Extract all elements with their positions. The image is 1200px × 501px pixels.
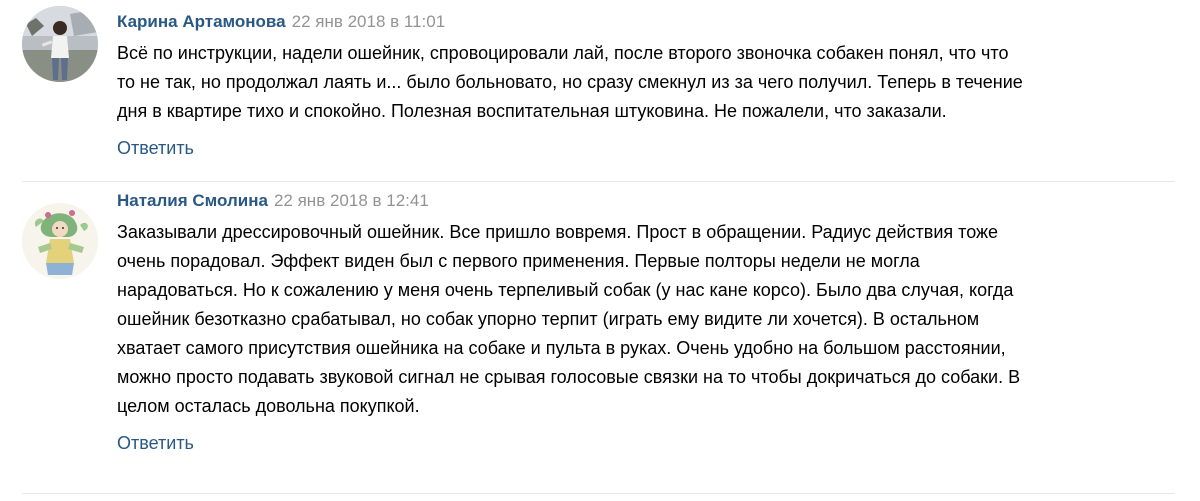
comment-text-line: целом осталась довольна покупкой. [117, 396, 420, 416]
comment-meta: Наталия Смолина 22 янв 2018 в 12:41 [117, 190, 1179, 212]
comment-text: Всё по инструкции, надели ошейник, спров… [117, 39, 1179, 126]
comment-body: Карина Артамонова 22 янв 2018 в 11:01 Вс… [117, 0, 1179, 159]
illustrated-avatar-icon [22, 203, 98, 279]
comments-list: Карина Артамонова 22 янв 2018 в 11:01 Вс… [22, 0, 1175, 494]
comment-divider [22, 493, 1175, 494]
author-link[interactable]: Наталия Смолина [117, 190, 268, 212]
comment-text-line: очень порадовал. Эффект виден был с перв… [117, 251, 920, 271]
author-link[interactable]: Карина Артамонова [117, 11, 286, 33]
avatar[interactable] [22, 203, 98, 279]
comment-text-line: дня в квартире тихо и спокойно. Полезная… [117, 101, 947, 121]
comment-body: Наталия Смолина 22 янв 2018 в 12:41 Зака… [117, 182, 1179, 454]
comment-meta: Карина Артамонова 22 янв 2018 в 11:01 [117, 11, 1179, 33]
comment-text-line: хватает самого присутствия ошейника на с… [117, 338, 1006, 358]
comment-date[interactable]: 22 янв 2018 в 11:01 [292, 11, 446, 33]
comment-text-line: можно просто подавать звуковой сигнал не… [117, 367, 1021, 387]
comment-date[interactable]: 22 янв 2018 в 12:41 [274, 190, 429, 212]
avatar[interactable] [22, 6, 98, 82]
comment-text-line: Заказывали дрессировочный ошейник. Все п… [117, 222, 999, 242]
comment-text-line: Всё по инструкции, надели ошейник, спров… [117, 43, 1009, 63]
reply-button[interactable]: Ответить [117, 137, 194, 159]
comment-text-line: то не так, но продолжал лаять и... было … [117, 72, 1023, 92]
comment: Наталия Смолина 22 янв 2018 в 12:41 Зака… [22, 182, 1175, 493]
comment-text: Заказывали дрессировочный ошейник. Все п… [117, 218, 1179, 421]
reply-button[interactable]: Ответить [117, 432, 194, 454]
comment-text-line: нарадоваться. Но к сожалению у меня очен… [117, 280, 1014, 300]
comment: Карина Артамонова 22 янв 2018 в 11:01 Вс… [22, 0, 1175, 181]
comment-text-line: ошейник безотказно срабатывал, но собак … [117, 309, 980, 329]
user-photo-avatar-icon [22, 6, 98, 82]
